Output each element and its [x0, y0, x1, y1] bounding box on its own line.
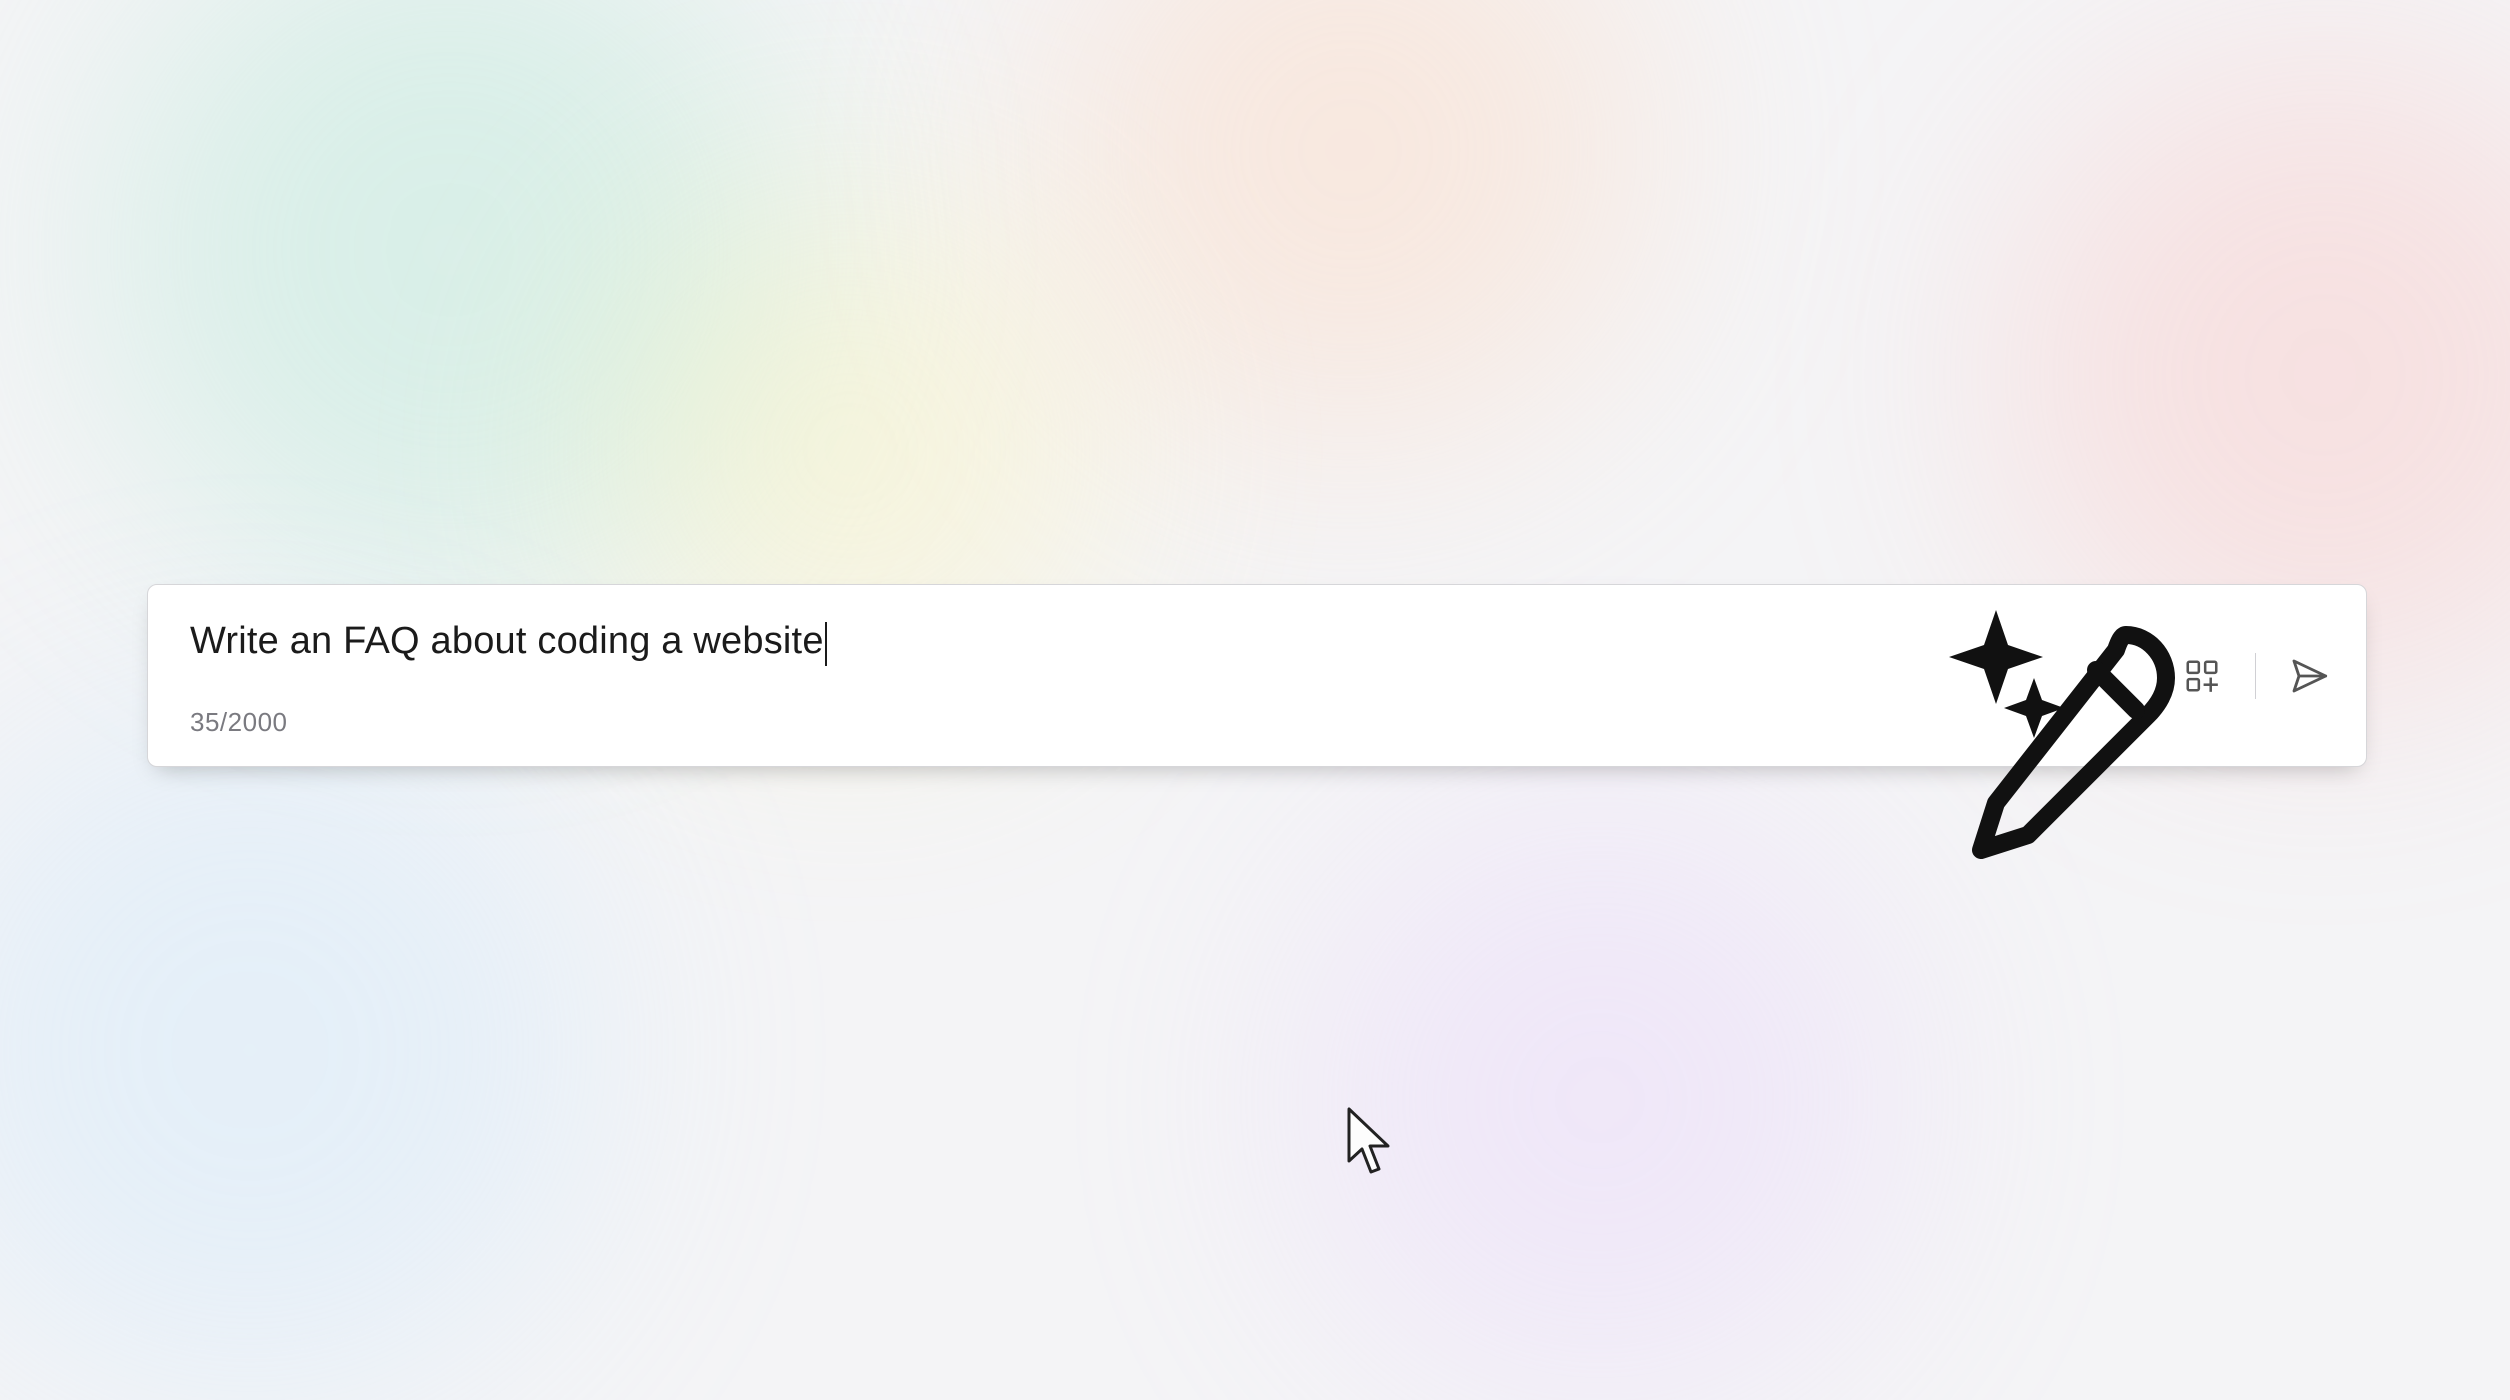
prompt-box: 35/2000	[147, 584, 2367, 767]
character-counter: 35/2000	[190, 707, 2146, 738]
text-caret	[825, 622, 827, 666]
send-button[interactable]	[2286, 653, 2332, 699]
background-blob	[1300, 800, 1900, 1400]
mouse-cursor	[1346, 1106, 1392, 1176]
prompt-actions	[2179, 585, 2332, 766]
apps-grid-icon	[2183, 657, 2221, 695]
send-icon	[2289, 656, 2329, 696]
background-blob	[100, 0, 800, 600]
background-blob	[0, 700, 600, 1400]
action-divider	[2255, 653, 2256, 699]
apps-grid-button[interactable]	[2179, 653, 2225, 699]
background-blob	[1050, 0, 1650, 450]
prompt-input[interactable]	[190, 620, 2146, 663]
